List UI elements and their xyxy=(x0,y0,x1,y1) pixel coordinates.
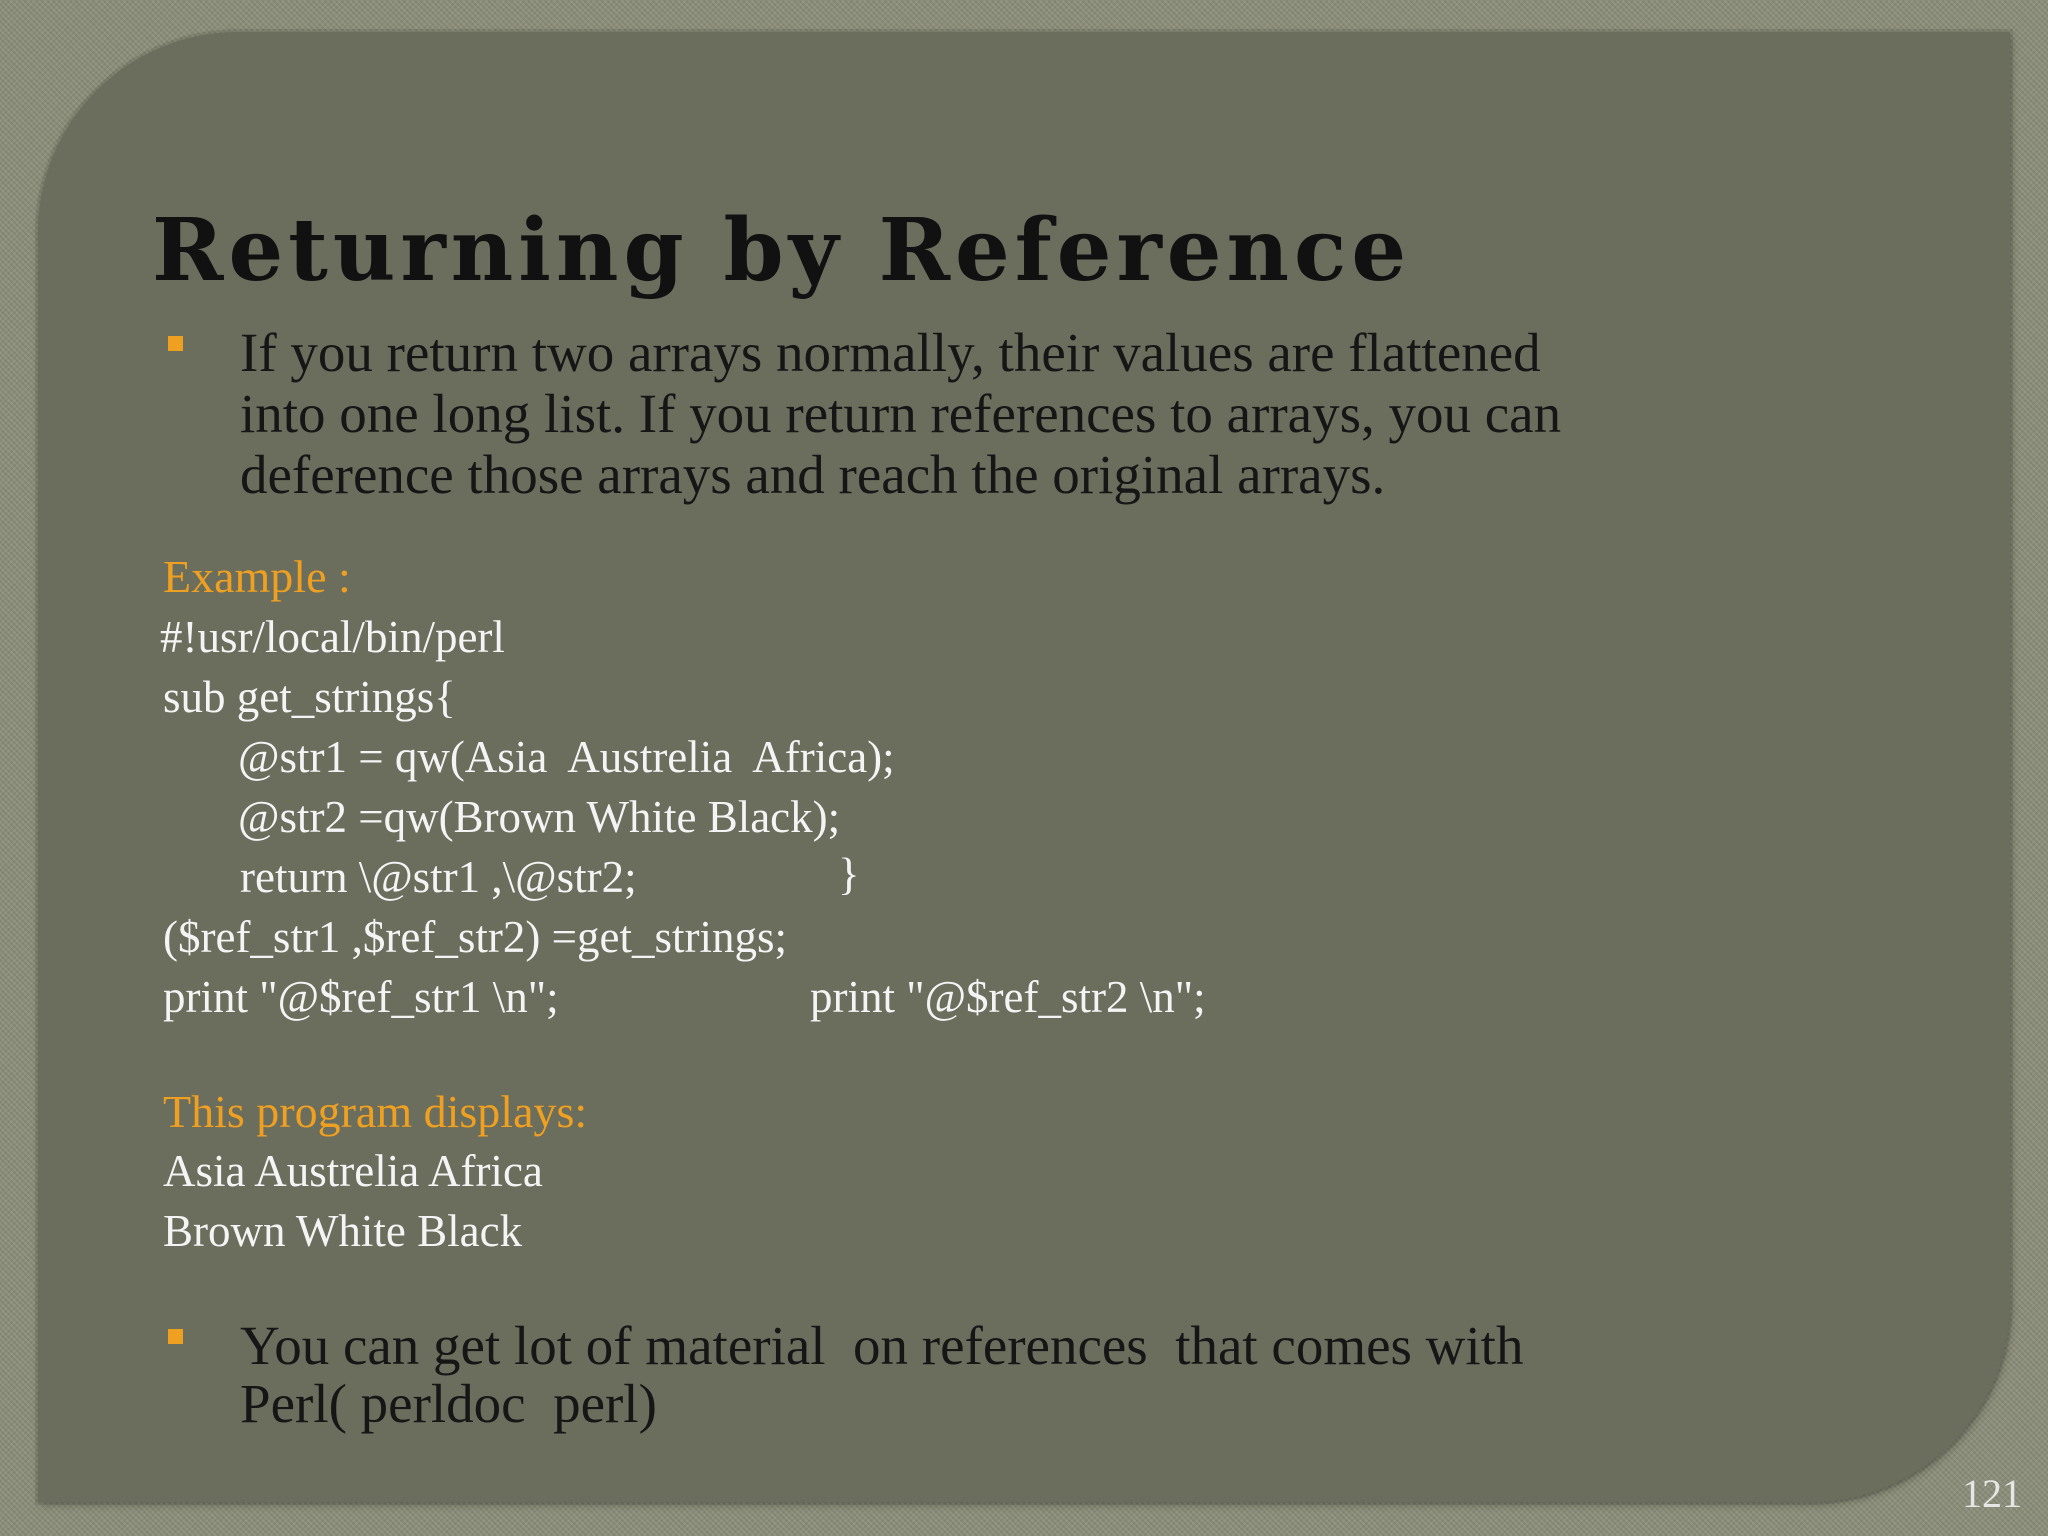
output-label: This program displays: xyxy=(163,1086,588,1137)
square-bullet-icon xyxy=(168,336,183,351)
bullet-2-line-1: You can get lot of material on reference… xyxy=(240,1315,1524,1376)
code-line-shebang: #!usr/local/bin/perl xyxy=(160,612,505,662)
code-line-str2: @str2 =qw(Brown White Black); xyxy=(238,792,841,842)
slide-title: Returning by Reference xyxy=(152,200,1412,301)
output-line-2: Brown White Black xyxy=(163,1206,523,1256)
bullet-1-line-1: If you return two arrays normally, their… xyxy=(240,322,1541,383)
bullet-point-1: If you return two arrays normally, their… xyxy=(168,322,1868,512)
bullet-1-line-2: into one long list. If you return refere… xyxy=(240,383,1562,444)
output-line-1: Asia Austrelia Africa xyxy=(163,1146,543,1196)
code-line-close-brace: } xyxy=(838,849,860,899)
bullet-1-line-3: deference those arrays and reach the ori… xyxy=(240,444,1386,505)
slide-page-number: 121 xyxy=(1962,1471,2022,1516)
code-line-return: return \@str1 ,\@str2; xyxy=(240,852,637,902)
code-line-assign: ($ref_str1 ,$ref_str2) =get_strings; xyxy=(163,912,787,962)
bullet-2-line-2: Perl( perldoc perl) xyxy=(240,1373,657,1434)
bullet-point-2: You can get lot of material on reference… xyxy=(168,1315,1868,1445)
code-line-str1: @str1 = qw(Asia Austrelia Africa); xyxy=(238,732,895,782)
example-label: Example : xyxy=(163,551,351,602)
code-line-print-2: print "@$ref_str2 \n"; xyxy=(810,972,1206,1022)
code-line-print-1: print "@$ref_str1 \n"; xyxy=(163,972,559,1022)
code-line-sub-decl: sub get_strings{ xyxy=(163,672,456,722)
square-bullet-icon xyxy=(168,1329,183,1344)
